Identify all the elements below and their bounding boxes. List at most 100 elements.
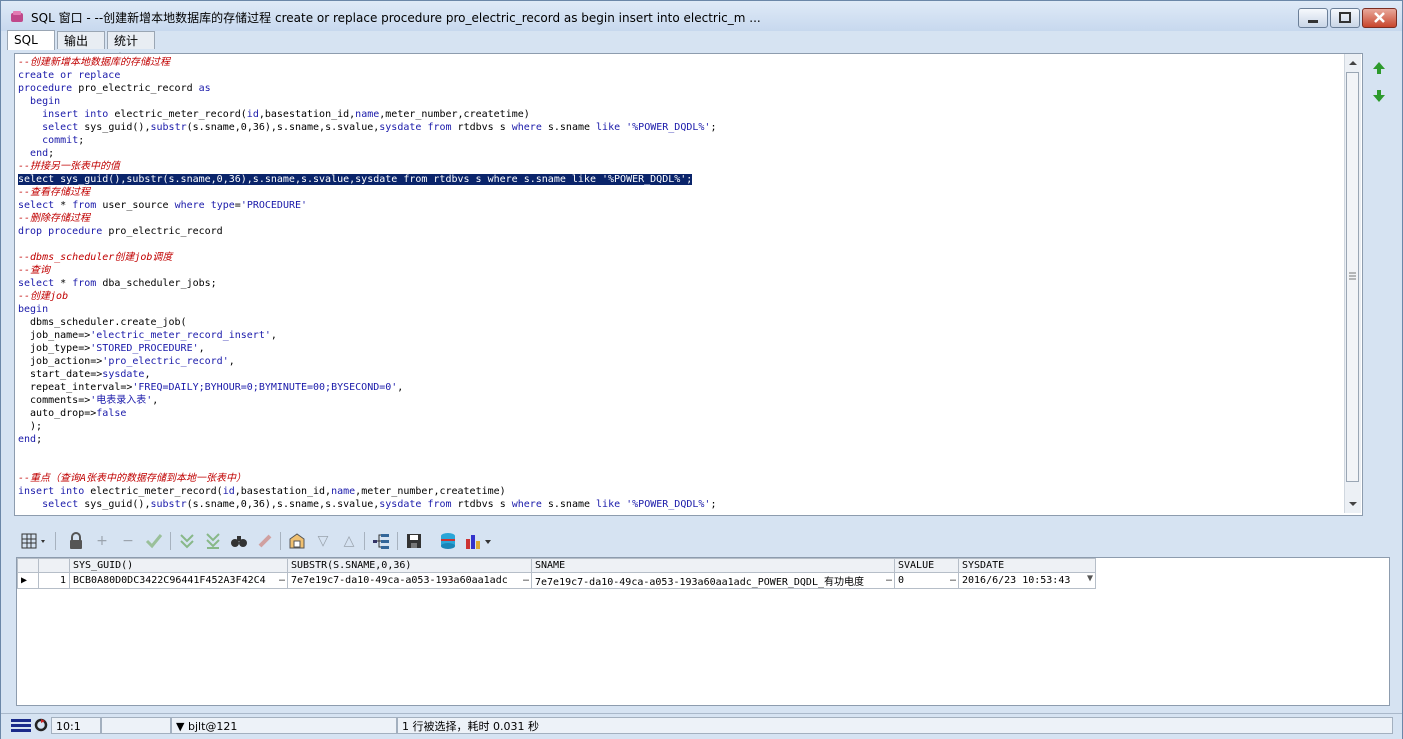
result-table[interactable]: SYS_GUID() SUBSTR(S.SNAME,0,36) SNAME SVALU… — [17, 558, 1096, 589]
cursor-position: 10:1 — [51, 717, 101, 734]
code-token: auto_drop=> — [18, 408, 97, 419]
column-header[interactable]: SYS_GUID() — [69, 558, 288, 573]
code-line[interactable]: job_type=>'STORED_PROCEDURE', — [18, 342, 716, 355]
grid-cell[interactable]: 7e7e19c7-da10-49ca-a053-193a60aa1adc_POW… — [531, 572, 895, 589]
grid-cell[interactable]: 7e7e19c7-da10-49ca-a053-193a60aa1adc… — [287, 572, 532, 589]
code-line[interactable] — [18, 446, 716, 459]
code-line[interactable]: insert into electric_meter_record(id,bas… — [18, 485, 716, 498]
code-line[interactable]: begin — [18, 303, 716, 316]
row-marker[interactable]: ▶ — [17, 572, 39, 589]
code-line[interactable]: begin — [18, 95, 716, 108]
code-line[interactable]: --查看存储过程 — [18, 186, 716, 199]
code-line[interactable]: end; — [18, 147, 716, 160]
sql-editor[interactable]: --创建新增本地数据库的存储过程 create or replace procedu… — [14, 53, 1363, 516]
column-header[interactable]: SYSDATE — [958, 558, 1096, 573]
close-button[interactable] — [1362, 8, 1397, 28]
grid-cell[interactable]: BCB0A80D0DC3422C96441F452A3F42C4… — [69, 572, 288, 589]
code-token: , — [270, 330, 277, 341]
code-token: select — [42, 122, 85, 133]
cell-ellipsis-button[interactable]: … — [523, 573, 529, 584]
minimize-button[interactable] — [1298, 8, 1328, 28]
clear-icon[interactable] — [255, 531, 275, 551]
column-header[interactable] — [38, 558, 70, 573]
code-line[interactable]: select sys_guid(),substr(s.sname,0,36),s… — [18, 173, 716, 186]
code-token: (s.sname,0,36),s.sname,s.svalue, — [186, 499, 380, 510]
remove-row-icon[interactable]: − — [118, 531, 138, 551]
code-line[interactable]: comments=>'电表录入表', — [18, 394, 716, 407]
result-toolbar: + − ▽ △ — [14, 527, 1389, 555]
cell-ellipsis-button[interactable]: … — [950, 573, 956, 584]
export-icon[interactable] — [438, 531, 458, 551]
code-token: sys_guid(), — [84, 122, 151, 133]
column-header[interactable]: SNAME — [531, 558, 895, 573]
sql-code[interactable]: --创建新增本地数据库的存储过程 create or replace procedu… — [18, 56, 716, 511]
chart-icon[interactable] — [464, 531, 496, 551]
code-line[interactable]: create or replace — [18, 69, 716, 82]
tab-output[interactable]: 输出 — [57, 31, 105, 49]
editor-scroll-thumb[interactable] — [1346, 72, 1359, 482]
grid-cell[interactable]: 0… — [894, 572, 959, 589]
scroll-up-icon[interactable] — [1345, 56, 1361, 70]
code-token: ; — [48, 148, 55, 159]
move-down-icon[interactable] — [1372, 89, 1386, 103]
grid-view-icon[interactable] — [20, 531, 50, 551]
code-line[interactable] — [18, 459, 716, 472]
previous-record-icon[interactable]: △ — [339, 531, 359, 551]
code-token: , — [228, 356, 235, 367]
date-dropdown-icon[interactable]: ▼ — [1087, 573, 1093, 584]
code-line[interactable]: --重点（查询A张表中的数据存储到本地一张表中） — [18, 472, 716, 485]
cell-value: 0 — [898, 575, 905, 586]
connection-selector[interactable]: ▼ bjlt@121 — [171, 717, 397, 734]
code-line[interactable] — [18, 238, 716, 251]
refresh-icon[interactable] — [34, 718, 48, 732]
code-token: repeat_interval=> — [18, 382, 133, 393]
code-line[interactable]: --创建job — [18, 290, 716, 303]
code-line[interactable]: job_name=>'electric_meter_record_insert'… — [18, 329, 716, 342]
code-line[interactable]: commit; — [18, 134, 716, 147]
fetch-all-icon[interactable] — [203, 531, 223, 551]
tree-view-icon[interactable] — [371, 531, 391, 551]
code-line[interactable]: repeat_interval=>'FREQ=DAILY;BYHOUR=0;BY… — [18, 381, 716, 394]
grid-cell[interactable]: 2016/6/23 10:53:43 ▼ — [958, 572, 1096, 589]
code-line[interactable]: drop procedure pro_electric_record — [18, 225, 716, 238]
tab-statistics[interactable]: 统计表 — [107, 31, 155, 66]
code-line[interactable]: select sys_guid(),substr(s.sname,0,36),s… — [18, 121, 716, 134]
code-line[interactable]: --dbms_scheduler创建job调度 — [18, 251, 716, 264]
column-header[interactable]: SUBSTR(S.SNAME,0,36) — [287, 558, 532, 573]
code-line[interactable]: end; — [18, 433, 716, 446]
cell-ellipsis-button[interactable]: … — [886, 573, 892, 584]
code-line[interactable]: start_date=>sysdate, — [18, 368, 716, 381]
next-record-icon[interactable]: ▽ — [313, 531, 333, 551]
code-line[interactable]: procedure pro_electric_record as — [18, 82, 716, 95]
code-line[interactable]: select sys_guid(),substr(s.sname,0,36),s… — [18, 498, 716, 511]
fetch-next-icon[interactable] — [177, 531, 197, 551]
scroll-down-icon[interactable] — [1345, 497, 1361, 511]
code-line[interactable]: --删除存储过程 — [18, 212, 716, 225]
code-line[interactable]: insert into electric_meter_record(id,bas… — [18, 108, 716, 121]
post-changes-icon[interactable] — [144, 531, 164, 551]
add-row-icon[interactable]: + — [92, 531, 112, 551]
code-line[interactable]: dbms_scheduler.create_job( — [18, 316, 716, 329]
maximize-button[interactable] — [1330, 8, 1360, 28]
code-line[interactable]: job_action=>'pro_electric_record', — [18, 355, 716, 368]
code-line[interactable]: auto_drop=>false — [18, 407, 716, 420]
code-line[interactable]: ); — [18, 420, 716, 433]
tab-sql[interactable]: SQL — [7, 30, 55, 50]
find-icon[interactable] — [229, 531, 249, 551]
lock-icon[interactable] — [66, 531, 86, 551]
code-line[interactable]: --拼接另一张表中的值 — [18, 160, 716, 173]
code-line[interactable]: select * from dba_scheduler_jobs; — [18, 277, 716, 290]
cell-ellipsis-button[interactable]: … — [279, 573, 285, 584]
result-grid[interactable]: SYS_GUID() SUBSTR(S.SNAME,0,36) SNAME SVALU… — [16, 557, 1390, 706]
editor-scrollbar[interactable] — [1344, 54, 1361, 513]
code-line[interactable]: --查询 — [18, 264, 716, 277]
code-line[interactable]: select * from user_source where type='PR… — [18, 199, 716, 212]
query-by-example-icon[interactable] — [287, 531, 307, 551]
table-row[interactable]: ▶ 1 BCB0A80D0DC3422C96441F452A3F42C4… 7e7e1… — [17, 572, 1096, 589]
title-bar[interactable]: SQL 窗口 - --创建新增本地数据库的存储过程 create or repl… — [1, 1, 1402, 31]
column-header[interactable]: SVALUE — [894, 558, 959, 573]
code-line[interactable]: --创建新增本地数据库的存储过程 — [18, 56, 716, 69]
move-up-icon[interactable] — [1372, 61, 1386, 75]
column-header[interactable] — [17, 558, 39, 573]
save-icon[interactable] — [404, 531, 424, 551]
